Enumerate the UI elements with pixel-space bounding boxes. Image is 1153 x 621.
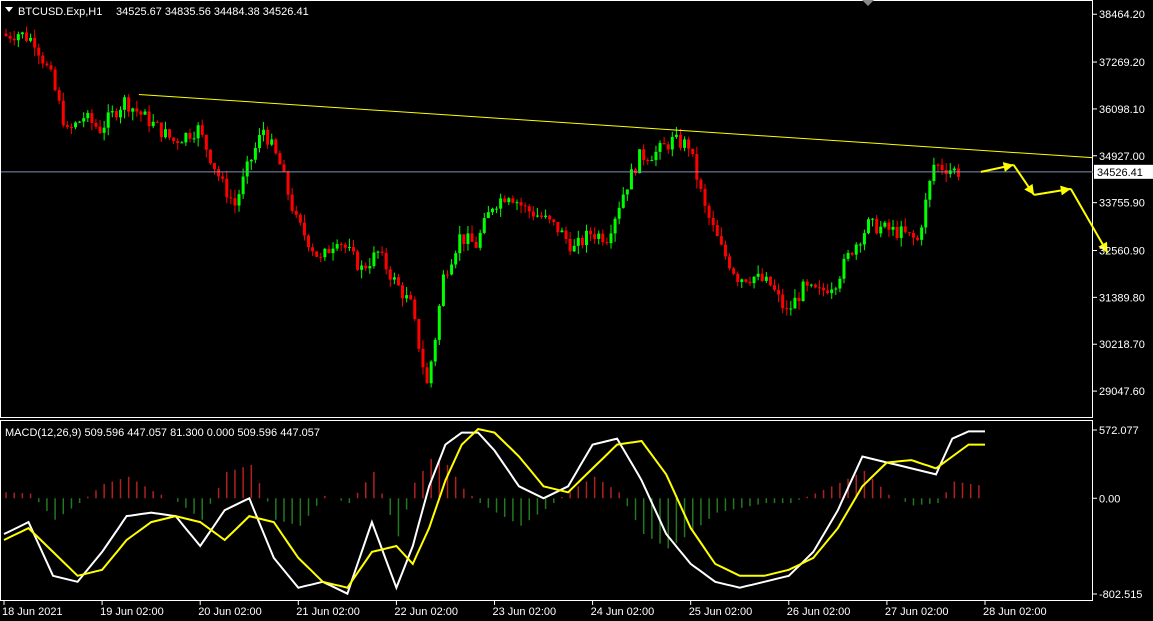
price-axis-label: 32560.90: [1099, 245, 1145, 257]
time-axis-label: 24 Jun 02:00: [591, 606, 655, 618]
macd-axis-label: 572.077: [1099, 425, 1139, 437]
candle: [437, 304, 441, 346]
candle: [315, 251, 319, 258]
time-axis-label: 27 Jun 02:00: [885, 606, 949, 618]
candle: [417, 318, 421, 352]
price-axis-label: 36098.10: [1099, 104, 1145, 116]
time-axis-label: 18 Jun 2021: [2, 606, 63, 618]
candle: [53, 66, 57, 92]
time-axis-label: 28 Jun 02:00: [983, 606, 1047, 618]
macd-title: MACD(12,26,9) 509.596 447.057 81.300 0.0…: [5, 427, 320, 439]
macd-axis-label: -802.515: [1099, 589, 1142, 601]
price-axis-label: 34927.00: [1099, 151, 1145, 163]
price-axis-label: 29047.60: [1099, 386, 1145, 398]
chart: 38464.20 37269.20 36098.10 34927.00 33755.90…: [0, 0, 1153, 621]
price-axis-label: 37269.20: [1099, 57, 1145, 69]
time-axis-label: 26 Jun 02:00: [787, 606, 851, 618]
candle: [441, 270, 445, 307]
candle: [801, 279, 805, 302]
symbol-label: BTCUSD.Exp,H1: [18, 6, 102, 18]
price-axis-label: 31389.80: [1099, 292, 1145, 304]
candle: [867, 217, 871, 235]
current-price-label: 34526.41: [1097, 167, 1143, 179]
time-axis-label: 25 Jun 02:00: [689, 606, 753, 618]
chart-background: [0, 0, 1153, 621]
time-axis-label: 23 Jun 02:00: [493, 606, 557, 618]
price-axis-label: 33755.90: [1099, 198, 1145, 210]
ohlc-label: 34525.67 34835.56 34484.38 34526.41: [116, 6, 309, 18]
macd-axis-label: 0.00: [1099, 493, 1120, 505]
time-axis-label: 21 Jun 02:00: [296, 606, 360, 618]
candle: [208, 149, 212, 165]
time-axis-label: 20 Jun 02:00: [198, 606, 262, 618]
candle: [274, 137, 278, 155]
price-axis-label: 30218.70: [1099, 339, 1145, 351]
candle: [638, 149, 642, 174]
candle: [768, 276, 772, 287]
price-axis: 38464.20 37269.20 36098.10 34927.00 33755.90…: [1093, 9, 1145, 398]
time-axis-label: 22 Jun 02:00: [394, 606, 458, 618]
candle: [413, 296, 417, 322]
time-axis-label: 19 Jun 02:00: [100, 606, 164, 618]
price-axis-label: 38464.20: [1099, 9, 1145, 21]
candle: [356, 249, 360, 272]
